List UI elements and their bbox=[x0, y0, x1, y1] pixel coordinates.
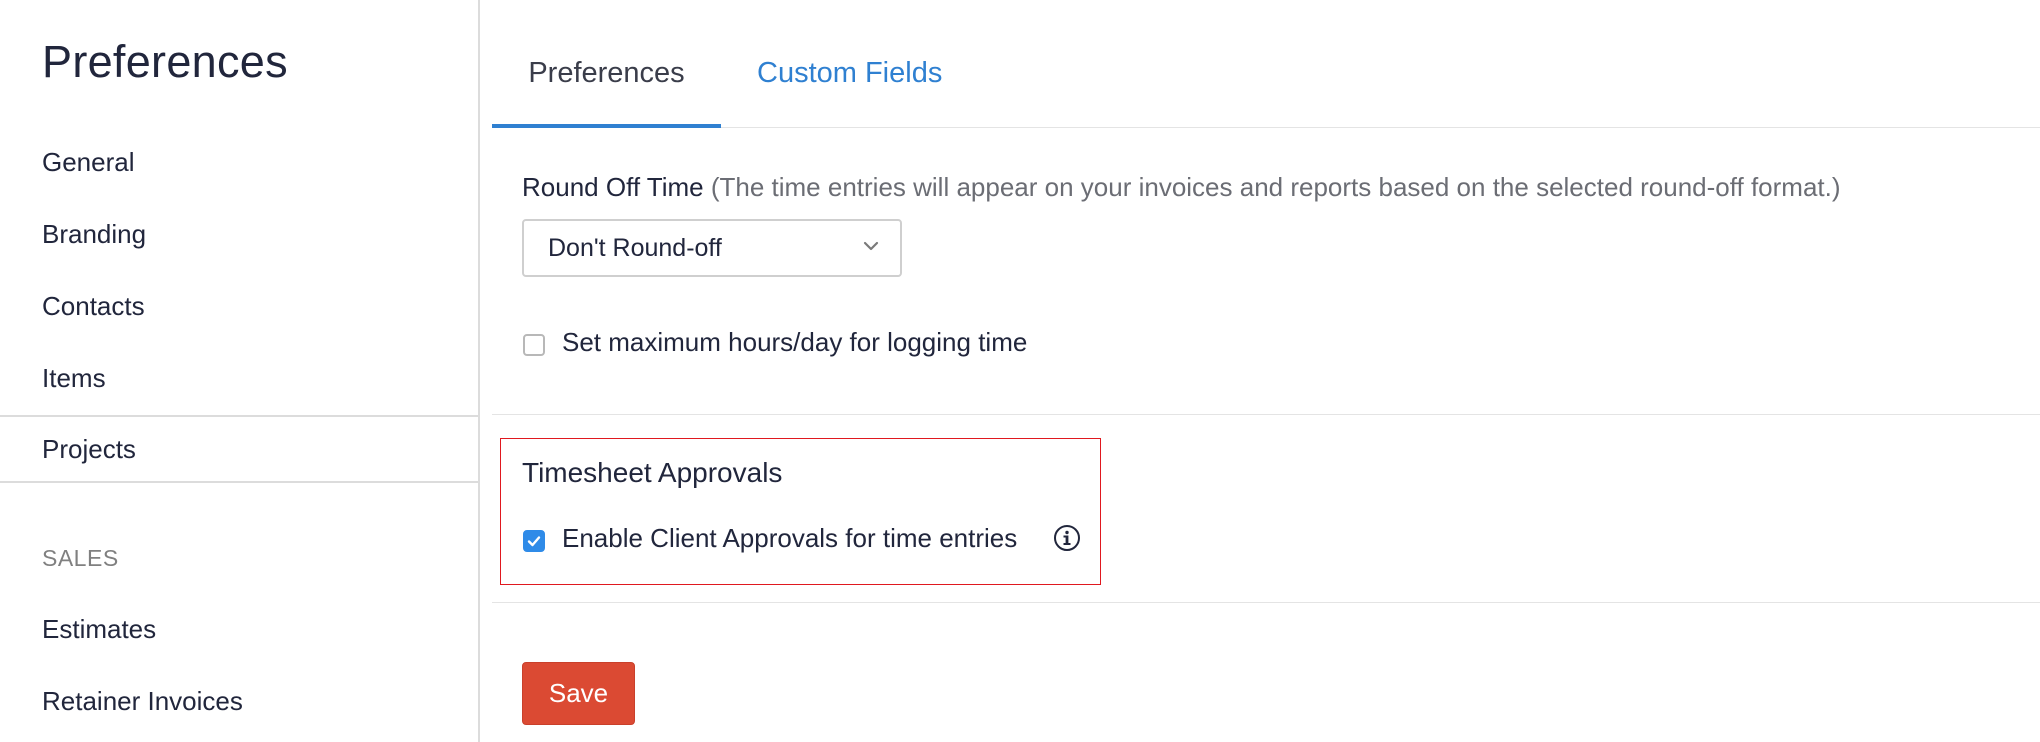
divider bbox=[492, 414, 2040, 415]
divider bbox=[492, 602, 2040, 603]
sidebar-item-contacts[interactable]: Contacts bbox=[0, 272, 478, 340]
max-hours-label: Set maximum hours/day for logging time bbox=[562, 327, 1028, 357]
app: Preferences General Branding Contacts It… bbox=[0, 0, 2040, 742]
round-off-title: Round Off Time bbox=[522, 172, 704, 202]
checkmark-icon bbox=[527, 536, 541, 547]
round-off-label: Round Off Time (The time entries will ap… bbox=[522, 172, 1841, 203]
tab-custom-fields[interactable]: Custom Fields bbox=[757, 0, 942, 126]
sidebar-item-branding[interactable]: Branding bbox=[0, 200, 478, 268]
sidebar: Preferences General Branding Contacts It… bbox=[0, 0, 480, 742]
round-off-hint: (The time entries will appear on your in… bbox=[710, 172, 1841, 202]
tab-preferences[interactable]: Preferences bbox=[492, 0, 721, 128]
tab-bar: Preferences Custom Fields bbox=[492, 0, 2040, 128]
sidebar-item-items[interactable]: Items bbox=[0, 344, 478, 412]
sidebar-item-general[interactable]: General bbox=[0, 128, 478, 196]
sidebar-item-estimates[interactable]: Estimates bbox=[0, 595, 478, 663]
max-hours-checkbox[interactable] bbox=[523, 334, 545, 356]
round-off-select[interactable]: Don't Round-off bbox=[522, 219, 902, 277]
sidebar-section-sales: SALES bbox=[42, 545, 119, 571]
sidebar-title: Preferences bbox=[42, 36, 288, 87]
sidebar-item-projects[interactable]: Projects bbox=[0, 415, 478, 483]
info-icon[interactable] bbox=[1053, 524, 1081, 552]
client-approvals-label: Enable Client Approvals for time entries bbox=[562, 523, 1018, 553]
save-button[interactable]: Save bbox=[522, 662, 635, 725]
sidebar-item-retainer-invoices[interactable]: Retainer Invoices bbox=[0, 667, 478, 735]
timesheet-approvals-title: Timesheet Approvals bbox=[522, 457, 783, 488]
client-approvals-checkbox[interactable] bbox=[523, 530, 545, 552]
round-off-selected-value: Don't Round-off bbox=[548, 234, 722, 262]
chevron-down-icon bbox=[863, 241, 879, 251]
